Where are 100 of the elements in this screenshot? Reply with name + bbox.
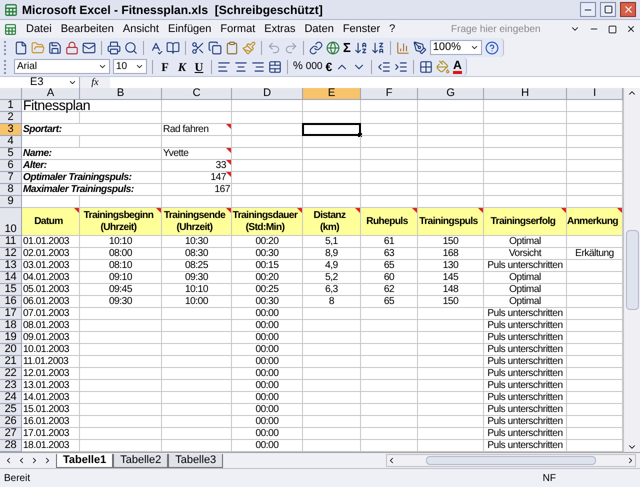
row-header[interactable]: 11 (0, 236, 22, 248)
sheet-title[interactable]: Fitnessplan (22, 100, 162, 112)
table-cell[interactable]: 8,9 (303, 248, 361, 260)
redo-icon[interactable] (284, 40, 298, 54)
outdent-icon[interactable] (377, 60, 392, 74)
menu-item[interactable]: Fenster (342, 20, 380, 38)
sheet-tab[interactable]: Tabelle1 (56, 454, 114, 468)
column-header[interactable]: D (232, 88, 303, 100)
table-cell[interactable]: 168 (418, 248, 484, 260)
underline-button[interactable]: U (192, 58, 206, 76)
table-cell[interactable]: Yvette (162, 148, 232, 160)
row-header[interactable]: 14 (0, 272, 22, 284)
paintbrush-icon[interactable] (242, 40, 256, 54)
first-sheet-icon[interactable] (4, 456, 13, 465)
column-header[interactable]: G (418, 88, 484, 100)
table-cell[interactable]: 5,2 (303, 272, 361, 284)
table-cell[interactable]: 00:00 (232, 320, 303, 332)
row-header[interactable]: 15 (0, 284, 22, 296)
table-cell[interactable]: 00:00 (232, 356, 303, 368)
table-cell[interactable]: 10:30 (162, 236, 232, 248)
print-preview-icon[interactable] (124, 40, 138, 54)
thousands-button[interactable]: 000 (306, 59, 322, 74)
table-cell[interactable]: Puls unterschritten (484, 392, 567, 404)
table-cell[interactable]: 17.01.2003 (22, 428, 80, 440)
table-cell[interactable]: Puls unterschritten (484, 308, 567, 320)
column-header[interactable]: H (484, 88, 567, 100)
copy-icon[interactable] (208, 40, 222, 54)
table-cell[interactable]: Puls unterschritten (484, 416, 567, 428)
table-cell[interactable]: 14.01.2003 (22, 392, 80, 404)
paste-icon[interactable] (225, 40, 239, 54)
table-cell[interactable]: 65 (361, 296, 418, 308)
row-header[interactable]: 28 (0, 440, 22, 452)
table-cell[interactable]: Puls unterschritten (484, 320, 567, 332)
table-cell[interactable]: 08:10 (80, 260, 162, 272)
table-cell[interactable]: 63 (361, 248, 418, 260)
table-cell[interactable]: 60 (361, 272, 418, 284)
row-header[interactable]: 25 (0, 404, 22, 416)
field-label[interactable]: Maximaler Trainingspuls: (22, 184, 162, 196)
scroll-right-icon[interactable] (626, 456, 635, 465)
previous-sheet-icon[interactable] (17, 456, 26, 465)
table-cell[interactable]: 150 (418, 296, 484, 308)
table-cell[interactable]: Rad fahren (162, 124, 232, 136)
column-header[interactable]: E (303, 88, 361, 100)
last-sheet-icon[interactable] (43, 456, 52, 465)
mail-icon[interactable] (82, 40, 96, 54)
table-cell[interactable]: Puls unterschritten (484, 344, 567, 356)
row-header[interactable]: 9 (0, 196, 22, 208)
align-left-icon[interactable] (217, 60, 231, 74)
column-header[interactable]: B (80, 88, 162, 100)
table-cell[interactable]: 04.01.2003 (22, 272, 80, 284)
table-cell[interactable]: 130 (418, 260, 484, 272)
table-cell[interactable]: 61 (361, 236, 418, 248)
table-cell[interactable]: 00:00 (232, 392, 303, 404)
horizontal-scrollbar[interactable] (386, 454, 636, 467)
row-header[interactable]: 26 (0, 416, 22, 428)
column-header[interactable]: F (361, 88, 418, 100)
next-sheet-icon[interactable] (30, 456, 39, 465)
table-cell[interactable]: 05.01.2003 (22, 284, 80, 296)
table-cell[interactable]: Puls unterschritten (484, 260, 567, 272)
lock-icon[interactable] (65, 40, 79, 54)
table-cell[interactable]: 00:00 (232, 428, 303, 440)
row-header[interactable]: 2 (0, 112, 22, 124)
column-header[interactable]: I (567, 88, 623, 100)
table-cell[interactable]: 145 (418, 272, 484, 284)
table-cell[interactable]: 08:30 (162, 248, 232, 260)
row-header[interactable]: 10 (0, 208, 22, 236)
table-cell[interactable]: 08.01.2003 (22, 320, 80, 332)
column-heading[interactable]: Trainingsende (Uhrzeit) (162, 208, 232, 236)
row-header[interactable]: 7 (0, 172, 22, 184)
table-cell[interactable]: Puls unterschritten (484, 368, 567, 380)
table-cell[interactable]: 01.01.2003 (22, 236, 80, 248)
table-cell[interactable]: Puls unterschritten (484, 380, 567, 392)
column-heading[interactable]: Datum (22, 208, 80, 236)
table-cell[interactable]: 00:30 (232, 248, 303, 260)
table-cell[interactable]: 10:00 (162, 296, 232, 308)
table-cell[interactable]: 167 (162, 184, 232, 196)
table-cell[interactable]: 00:00 (232, 380, 303, 392)
table-cell[interactable]: 08:25 (162, 260, 232, 272)
column-heading[interactable]: Trainingsdauer (Std:Min) (232, 208, 303, 236)
menu-item[interactable]: Bearbeiten (60, 20, 114, 38)
table-cell[interactable]: 00:00 (232, 308, 303, 320)
table-cell[interactable]: 65 (361, 260, 418, 272)
close-icon[interactable] (626, 24, 636, 34)
scroll-thumb[interactable] (626, 230, 638, 310)
table-cell[interactable]: 00:00 (232, 344, 303, 356)
align-right-icon[interactable] (251, 60, 265, 74)
autosum-button[interactable]: Σ (343, 41, 351, 54)
table-cell[interactable]: 150 (418, 236, 484, 248)
table-cell[interactable]: Vorsicht (484, 248, 567, 260)
table-cell[interactable]: 00:00 (232, 368, 303, 380)
fill-color-icon[interactable] (436, 60, 450, 74)
table-cell[interactable]: Optimal (484, 236, 567, 248)
table-cell[interactable]: 00:00 (232, 416, 303, 428)
table-cell[interactable]: 10:10 (80, 236, 162, 248)
table-cell[interactable]: 10.01.2003 (22, 344, 80, 356)
field-label[interactable]: Alter: (22, 160, 162, 172)
table-cell[interactable]: 10:10 (162, 284, 232, 296)
table-cell[interactable]: 09:30 (162, 272, 232, 284)
sort-ascending-icon[interactable] (354, 40, 368, 54)
table-cell[interactable]: 03.01.2003 (22, 260, 80, 272)
